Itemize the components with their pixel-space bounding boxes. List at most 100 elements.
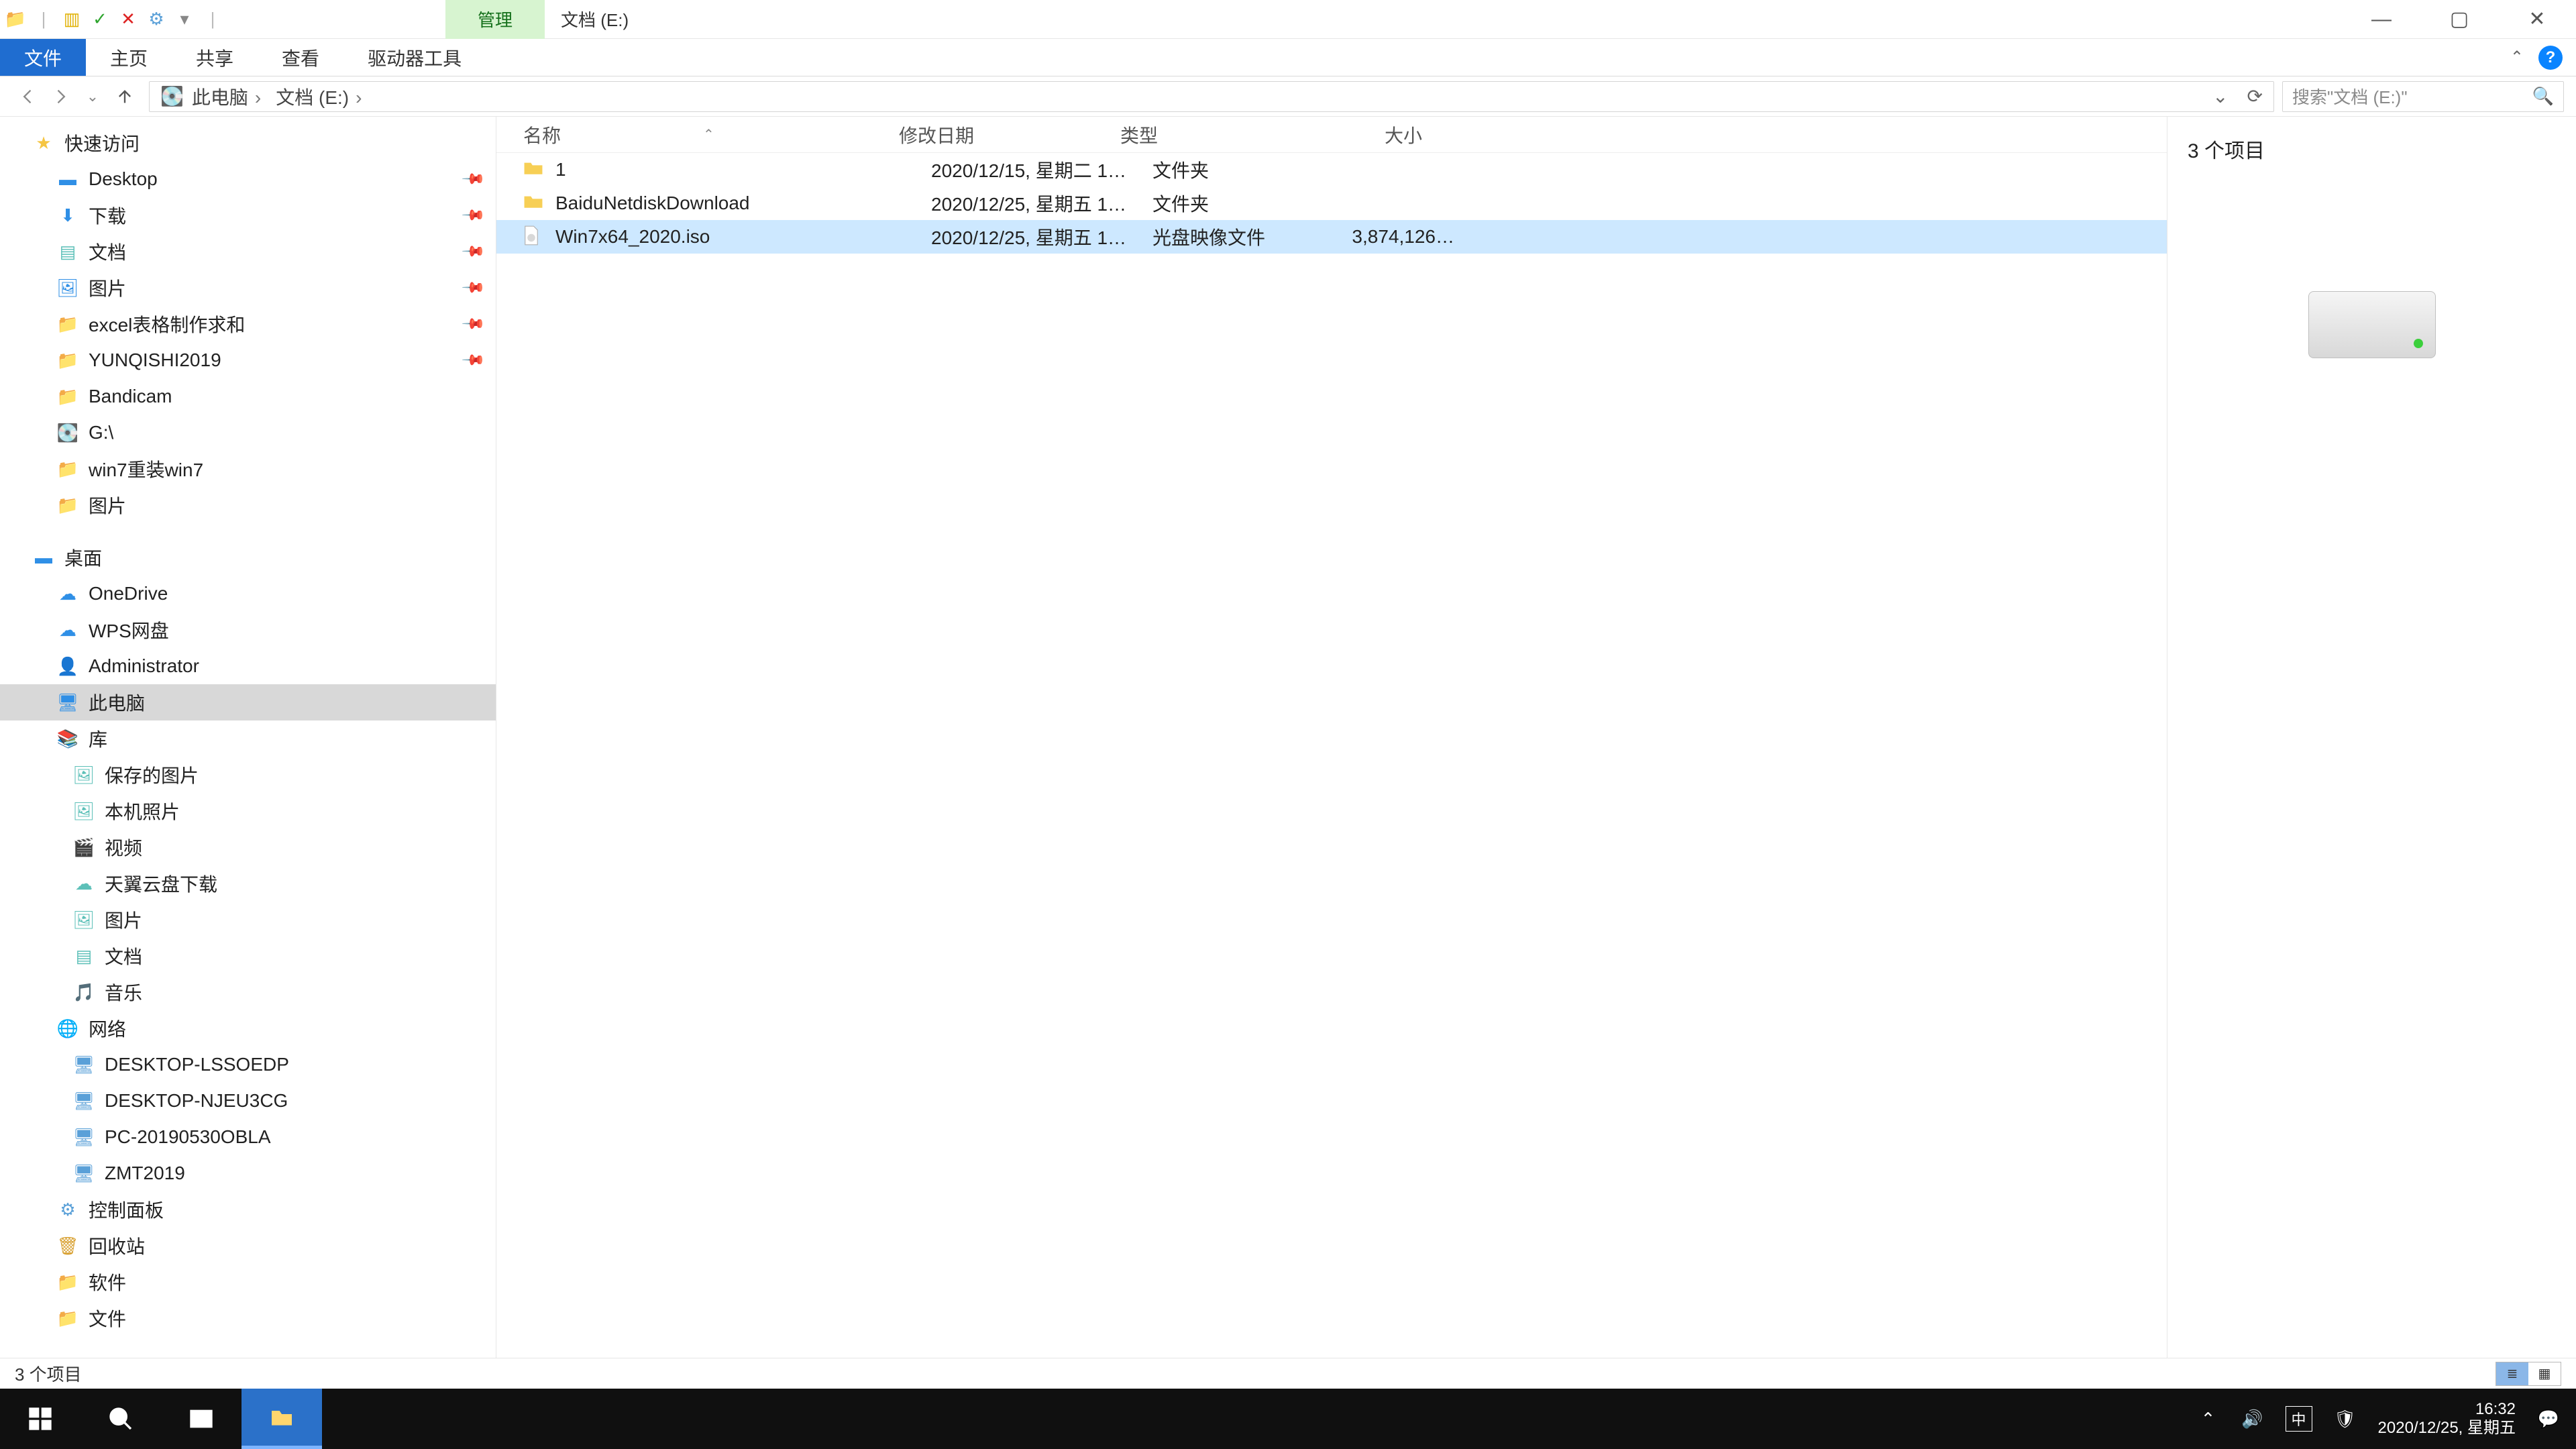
ribbon-context-tab[interactable]: 管理 xyxy=(445,0,545,39)
col-size[interactable]: 大小 xyxy=(1295,121,1422,148)
nav-label: 控制面板 xyxy=(89,1196,164,1223)
volume-icon[interactable]: 🔊 xyxy=(2241,1407,2264,1430)
nav-tycloud[interactable]: ☁天翼云盘下载 xyxy=(0,865,496,902)
nav-downloads[interactable]: ⬇下载📌 xyxy=(0,197,496,233)
nav-saved-pictures[interactable]: 🖼保存的图片 xyxy=(0,757,496,793)
status-bar: 3 个项目 ≣ ▦ xyxy=(0,1358,2576,1389)
nav-recycle[interactable]: 🗑回收站 xyxy=(0,1228,496,1264)
cell-name: Win7x64_2020.iso xyxy=(555,226,931,248)
help-icon[interactable]: ? xyxy=(2538,46,2563,70)
col-date[interactable]: 修改日期 xyxy=(899,121,1120,148)
up-button[interactable] xyxy=(109,80,141,113)
col-type[interactable]: 类型 xyxy=(1120,121,1295,148)
drive-thumbnail xyxy=(2308,291,2436,358)
search-button[interactable] xyxy=(80,1389,161,1449)
search-input[interactable]: 搜索"文档 (E:)" 🔍 xyxy=(2282,81,2564,112)
cloud-icon: ☁ xyxy=(56,619,79,641)
nav-documents2[interactable]: ▤文档 xyxy=(0,938,496,974)
nav-folder-soft[interactable]: 📁软件 xyxy=(0,1264,496,1300)
nav-label: 快速访问 xyxy=(64,129,140,156)
tab-file[interactable]: 文件 xyxy=(0,39,86,76)
tray-overflow-icon[interactable]: ⌃ xyxy=(2197,1407,2220,1430)
table-row[interactable]: BaiduNetdiskDownload 2020/12/25, 星期五 1… … xyxy=(496,186,2167,220)
nav-onedrive[interactable]: ☁OneDrive xyxy=(0,576,496,612)
recent-dropdown-icon[interactable]: ⌄ xyxy=(76,80,109,113)
nav-library[interactable]: 📚库 xyxy=(0,720,496,757)
start-button[interactable] xyxy=(0,1389,80,1449)
breadcrumb-bar[interactable]: 💽 此电脑 文档 (E:) ⌄ ⟳ xyxy=(149,81,2274,112)
nav-label: 图片 xyxy=(89,492,126,519)
quick-access-toolbar: 📁 | ▥ ✓ ✕ ⚙ ▾ | xyxy=(0,8,224,31)
nav-folder-win7[interactable]: 📁win7重装win7 xyxy=(0,451,496,487)
library-icon: 📚 xyxy=(56,727,79,750)
refresh-icon[interactable]: ⟳ xyxy=(2247,85,2263,107)
breadcrumb-dropdown-icon[interactable]: ⌄ xyxy=(2212,85,2228,107)
drive-icon: 💽 xyxy=(160,85,184,107)
nav-folder-excel[interactable]: 📁excel表格制作求和📌 xyxy=(0,306,496,342)
breadcrumb-leaf[interactable]: 文档 (E:) xyxy=(276,83,368,110)
view-details-button[interactable]: ≣ xyxy=(2496,1362,2528,1385)
nav-net-pc4[interactable]: 🖥ZMT2019 xyxy=(0,1155,496,1191)
ime-indicator[interactable]: 中 xyxy=(2286,1406,2312,1432)
task-view-button[interactable] xyxy=(161,1389,241,1449)
nav-pictures3[interactable]: 🖼图片 xyxy=(0,902,496,938)
maximize-button[interactable]: ▢ xyxy=(2420,0,2498,39)
tab-share[interactable]: 共享 xyxy=(172,39,258,76)
forward-button[interactable] xyxy=(44,80,76,113)
tab-view[interactable]: 查看 xyxy=(258,39,343,76)
table-row[interactable]: Win7x64_2020.iso 2020/12/25, 星期五 1… 光盘映像… xyxy=(496,220,2167,254)
view-icons-button[interactable]: ▦ xyxy=(2528,1362,2561,1385)
nav-network[interactable]: 🌐网络 xyxy=(0,1010,496,1046)
minimize-button[interactable]: — xyxy=(2343,0,2420,39)
nav-folder-pictures2[interactable]: 📁图片 xyxy=(0,487,496,523)
explorer-taskbar-button[interactable] xyxy=(241,1389,322,1449)
nav-net-pc1[interactable]: 🖥DESKTOP-LSSOEDP xyxy=(0,1046,496,1083)
qa-properties-icon[interactable]: ▥ xyxy=(60,8,83,31)
nav-desktop-root[interactable]: ▬桌面 xyxy=(0,539,496,576)
nav-this-pc[interactable]: 🖥此电脑 xyxy=(0,684,496,720)
nav-label: 库 xyxy=(89,725,107,752)
breadcrumb-root[interactable]: 此电脑 xyxy=(192,83,268,110)
nav-music[interactable]: 🎵音乐 xyxy=(0,974,496,1010)
nav-control-panel[interactable]: ⚙控制面板 xyxy=(0,1191,496,1228)
pc-icon: 🖥 xyxy=(72,1162,95,1185)
document-icon: ▤ xyxy=(56,240,79,263)
nav-label: 下载 xyxy=(89,202,126,229)
nav-wps[interactable]: ☁WPS网盘 xyxy=(0,612,496,648)
nav-local-pictures[interactable]: 🖼本机照片 xyxy=(0,793,496,829)
row-icon xyxy=(523,192,546,215)
nav-label: OneDrive xyxy=(89,583,168,604)
pc-icon: 🖥 xyxy=(72,1126,95,1148)
nav-label: 音乐 xyxy=(105,979,142,1006)
qa-dropdown-icon[interactable]: ▾ xyxy=(173,8,196,31)
nav-quick-access[interactable]: ★快速访问 xyxy=(0,125,496,161)
nav-user[interactable]: 👤Administrator xyxy=(0,648,496,684)
qa-settings-icon[interactable]: ⚙ xyxy=(145,8,168,31)
nav-drive-g[interactable]: 💽G:\ xyxy=(0,415,496,451)
nav-documents[interactable]: ▤文档📌 xyxy=(0,233,496,270)
tab-home[interactable]: 主页 xyxy=(86,39,172,76)
action-center-icon[interactable]: 💬 xyxy=(2537,1407,2560,1430)
pin-icon: 📌 xyxy=(460,239,486,264)
nav-pictures[interactable]: 🖼图片📌 xyxy=(0,270,496,306)
qa-close-icon[interactable]: ✕ xyxy=(117,8,140,31)
nav-videos[interactable]: 🎬视频 xyxy=(0,829,496,865)
nav-desktop[interactable]: ▬Desktop📌 xyxy=(0,161,496,197)
nav-label: 保存的图片 xyxy=(105,761,199,788)
col-name[interactable]: 名称⌃ xyxy=(523,121,899,148)
close-button[interactable]: ✕ xyxy=(2498,0,2576,39)
table-row[interactable]: 1 2020/12/15, 星期二 1… 文件夹 xyxy=(496,153,2167,186)
ribbon-collapse-icon[interactable]: ⌃ xyxy=(2510,48,2524,67)
nav-label: 图片 xyxy=(89,274,126,301)
nav-net-pc3[interactable]: 🖥PC-20190530OBLA xyxy=(0,1119,496,1155)
tab-drive-tools[interactable]: 驱动器工具 xyxy=(343,39,486,76)
qa-check-icon[interactable]: ✓ xyxy=(89,8,111,31)
nav-folder-bandicam[interactable]: 📁Bandicam xyxy=(0,378,496,415)
back-button[interactable] xyxy=(12,80,44,113)
security-icon[interactable]: 🛡 xyxy=(2334,1407,2357,1430)
clock[interactable]: 16:32 2020/12/25, 星期五 xyxy=(2378,1400,2516,1437)
nav-folder-yunqishi[interactable]: 📁YUNQISHI2019📌 xyxy=(0,342,496,378)
nav-folder-docs[interactable]: 📁文件 xyxy=(0,1300,496,1336)
nav-net-pc2[interactable]: 🖥DESKTOP-NJEU3CG xyxy=(0,1083,496,1119)
address-bar: ⌄ 💽 此电脑 文档 (E:) ⌄ ⟳ 搜索"文档 (E:)" 🔍 xyxy=(0,76,2576,117)
